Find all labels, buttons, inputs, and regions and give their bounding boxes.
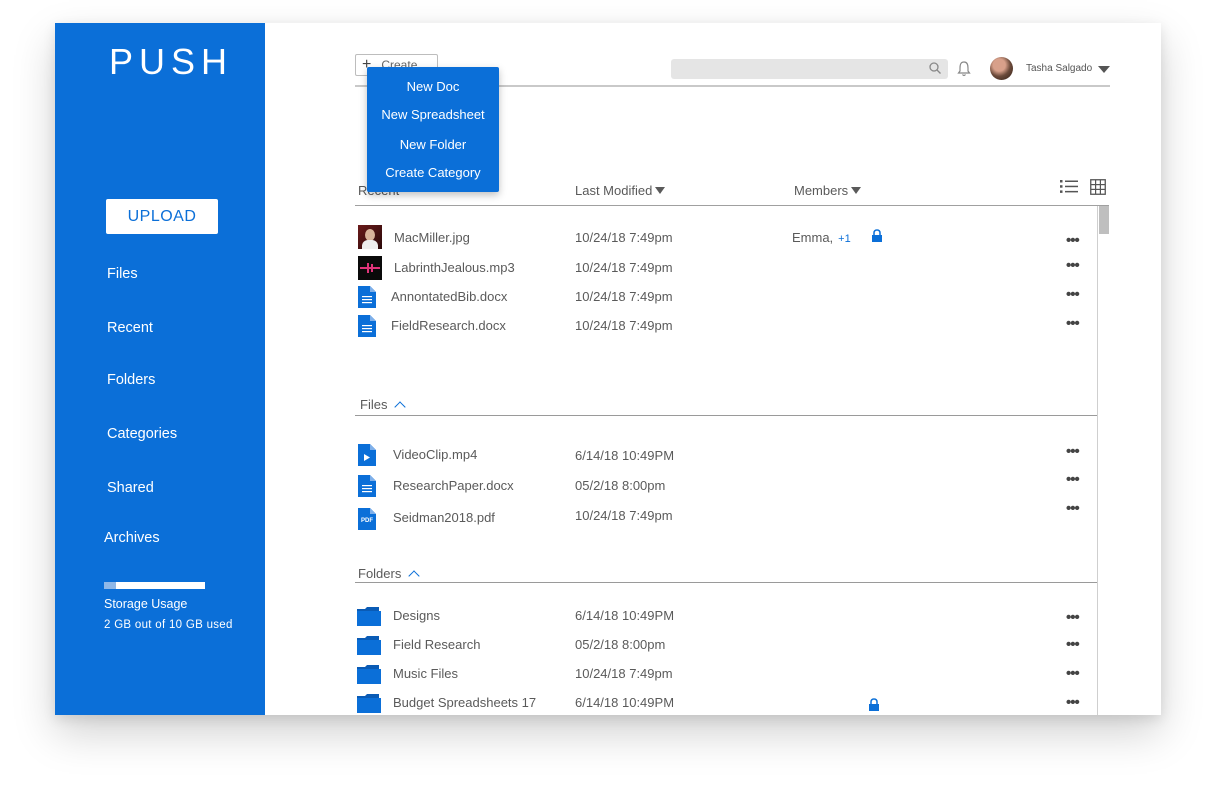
- folder-icon: [357, 636, 381, 655]
- chevron-up-icon: [394, 401, 407, 413]
- sidebar-item-recent[interactable]: Recent: [107, 320, 153, 336]
- folder-icon: [357, 607, 381, 626]
- folder-icon: [357, 694, 381, 713]
- push-logo: PUSH: [109, 41, 233, 83]
- column-last-modified-label: Last Modified: [575, 183, 653, 198]
- sidebar-item-files[interactable]: Files: [107, 266, 138, 282]
- menu-item-new-spreadsheet[interactable]: New Spreadsheet: [367, 107, 499, 122]
- members-more-link[interactable]: +1: [838, 233, 851, 245]
- folder-item-name[interactable]: Budget Spreadsheets 17: [393, 695, 536, 710]
- files-divider: [355, 415, 1097, 416]
- chevron-up-icon: [408, 570, 421, 582]
- recent-item-name[interactable]: AnnontatedBib.docx: [391, 289, 507, 304]
- folder-item-date: 10/24/18 7:49pm: [575, 666, 673, 681]
- files-section-title: Files: [360, 397, 388, 412]
- members-cell: Emma, +1: [792, 230, 851, 245]
- file-item-name[interactable]: VideoClip.mp4: [393, 447, 477, 462]
- sidebar-item-archives[interactable]: Archives: [104, 530, 160, 546]
- more-options-button[interactable]: •••: [1066, 232, 1080, 249]
- storage-usage-bar: [104, 582, 205, 589]
- member-name: Emma,: [792, 230, 834, 245]
- image-thumbnail-icon: [358, 225, 382, 249]
- avatar[interactable]: [990, 57, 1013, 80]
- sidebar-item-categories[interactable]: Categories: [107, 426, 177, 442]
- video-file-icon: [358, 444, 376, 466]
- search-input[interactable]: [671, 59, 948, 79]
- folders-section-header[interactable]: Folders: [358, 566, 421, 582]
- storage-usage-fill: [104, 582, 117, 589]
- folder-item-name[interactable]: Music Files: [393, 666, 458, 681]
- recent-item-name[interactable]: LabrinthJealous.mp3: [394, 260, 515, 275]
- create-dropdown-menu: New Doc New Spreadsheet New Folder Creat…: [367, 67, 499, 192]
- sidebar-item-shared[interactable]: Shared: [107, 480, 154, 496]
- recent-item-date: 10/24/18 7:49pm: [575, 289, 673, 304]
- storage-usage-label: Storage Usage: [104, 597, 188, 611]
- sort-caret-icon: [655, 187, 666, 194]
- sort-caret-icon: [851, 187, 862, 194]
- storage-usage-value: 2 GB out of 10 GB used: [104, 619, 233, 631]
- scrollbar[interactable]: [1097, 206, 1110, 715]
- more-options-button[interactable]: •••: [1066, 609, 1080, 626]
- file-item-name[interactable]: ResearchPaper.docx: [393, 478, 514, 493]
- app-window: PUSH UPLOAD Files Recent Folders Categor…: [55, 23, 1161, 715]
- document-icon: [358, 315, 376, 337]
- folder-item-name[interactable]: Designs: [393, 608, 440, 623]
- chevron-down-icon[interactable]: [1098, 66, 1110, 73]
- file-item-name[interactable]: Seidman2018.pdf: [393, 510, 495, 525]
- folder-item-date: 05/2/18 8:00pm: [575, 637, 666, 652]
- more-options-button[interactable]: •••: [1066, 257, 1080, 274]
- more-options-button[interactable]: •••: [1066, 315, 1080, 332]
- more-options-button[interactable]: •••: [1066, 471, 1080, 488]
- more-options-button[interactable]: •••: [1066, 665, 1080, 682]
- grid-view-icon[interactable]: [1090, 179, 1106, 195]
- folders-section-title: Folders: [358, 566, 402, 581]
- recent-item-date: 10/24/18 7:49pm: [575, 318, 673, 333]
- more-options-button[interactable]: •••: [1066, 694, 1080, 711]
- lock-icon: [869, 698, 879, 711]
- folder-item-date: 6/14/18 10:49PM: [575, 608, 675, 623]
- logo-text: PUSH: [109, 41, 234, 82]
- folder-icon: [357, 665, 381, 684]
- menu-item-create-category[interactable]: Create Category: [367, 165, 499, 180]
- sidebar: PUSH UPLOAD Files Recent Folders Categor…: [55, 23, 265, 715]
- document-icon: [358, 475, 376, 497]
- files-section-header[interactable]: Files: [360, 397, 407, 413]
- more-options-button[interactable]: •••: [1066, 443, 1080, 460]
- file-item-date: 10/24/18 7:49pm: [575, 508, 673, 523]
- lock-icon: [872, 229, 882, 242]
- recent-item-date: 10/24/18 7:49pm: [575, 260, 673, 275]
- audio-thumbnail-icon: [358, 256, 382, 280]
- list-view-icon[interactable]: [1060, 179, 1078, 194]
- more-options-button[interactable]: •••: [1066, 636, 1080, 653]
- file-item-date: 6/14/18 10:49PM: [575, 448, 675, 463]
- more-options-button[interactable]: •••: [1066, 286, 1080, 303]
- scrollbar-thumb[interactable]: [1099, 206, 1109, 234]
- document-icon: [358, 286, 376, 308]
- column-members[interactable]: Members: [794, 183, 862, 198]
- file-item-date: 05/2/18 8:00pm: [575, 478, 666, 493]
- folders-divider: [355, 582, 1097, 583]
- upload-button[interactable]: UPLOAD: [106, 199, 218, 234]
- folder-item-name[interactable]: Field Research: [393, 637, 480, 652]
- recent-item-name[interactable]: FieldResearch.docx: [391, 318, 506, 333]
- recent-divider: [355, 205, 1109, 206]
- search-icon[interactable]: [928, 61, 942, 75]
- menu-item-new-doc[interactable]: New Doc: [367, 79, 499, 94]
- bell-icon[interactable]: [956, 60, 972, 78]
- menu-item-new-folder[interactable]: New Folder: [367, 137, 499, 152]
- sidebar-item-folders[interactable]: Folders: [107, 372, 155, 388]
- user-name[interactable]: Tasha Salgado: [1026, 63, 1092, 74]
- pdf-icon-label: PDF: [361, 518, 373, 524]
- column-last-modified[interactable]: Last Modified: [575, 183, 666, 198]
- column-members-label: Members: [794, 183, 849, 198]
- more-options-button[interactable]: •••: [1066, 500, 1080, 517]
- recent-item-name[interactable]: MacMiller.jpg: [394, 230, 470, 245]
- recent-item-date: 10/24/18 7:49pm: [575, 230, 673, 245]
- folder-item-date: 6/14/18 10:49PM: [575, 695, 675, 710]
